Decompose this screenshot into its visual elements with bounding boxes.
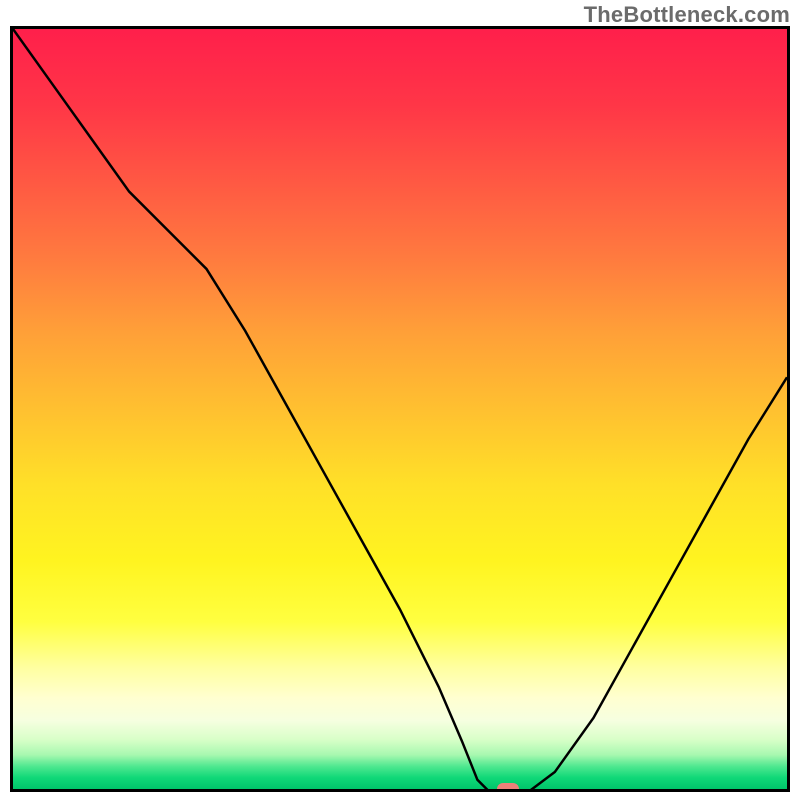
plot-frame	[10, 26, 790, 792]
bottleneck-curve	[13, 29, 787, 789]
plot-area	[13, 29, 787, 789]
stage: TheBottleneck.com	[0, 0, 800, 800]
bottleneck-chart	[13, 29, 787, 789]
optimal-point-marker	[497, 783, 519, 789]
watermark-text: TheBottleneck.com	[584, 2, 790, 28]
